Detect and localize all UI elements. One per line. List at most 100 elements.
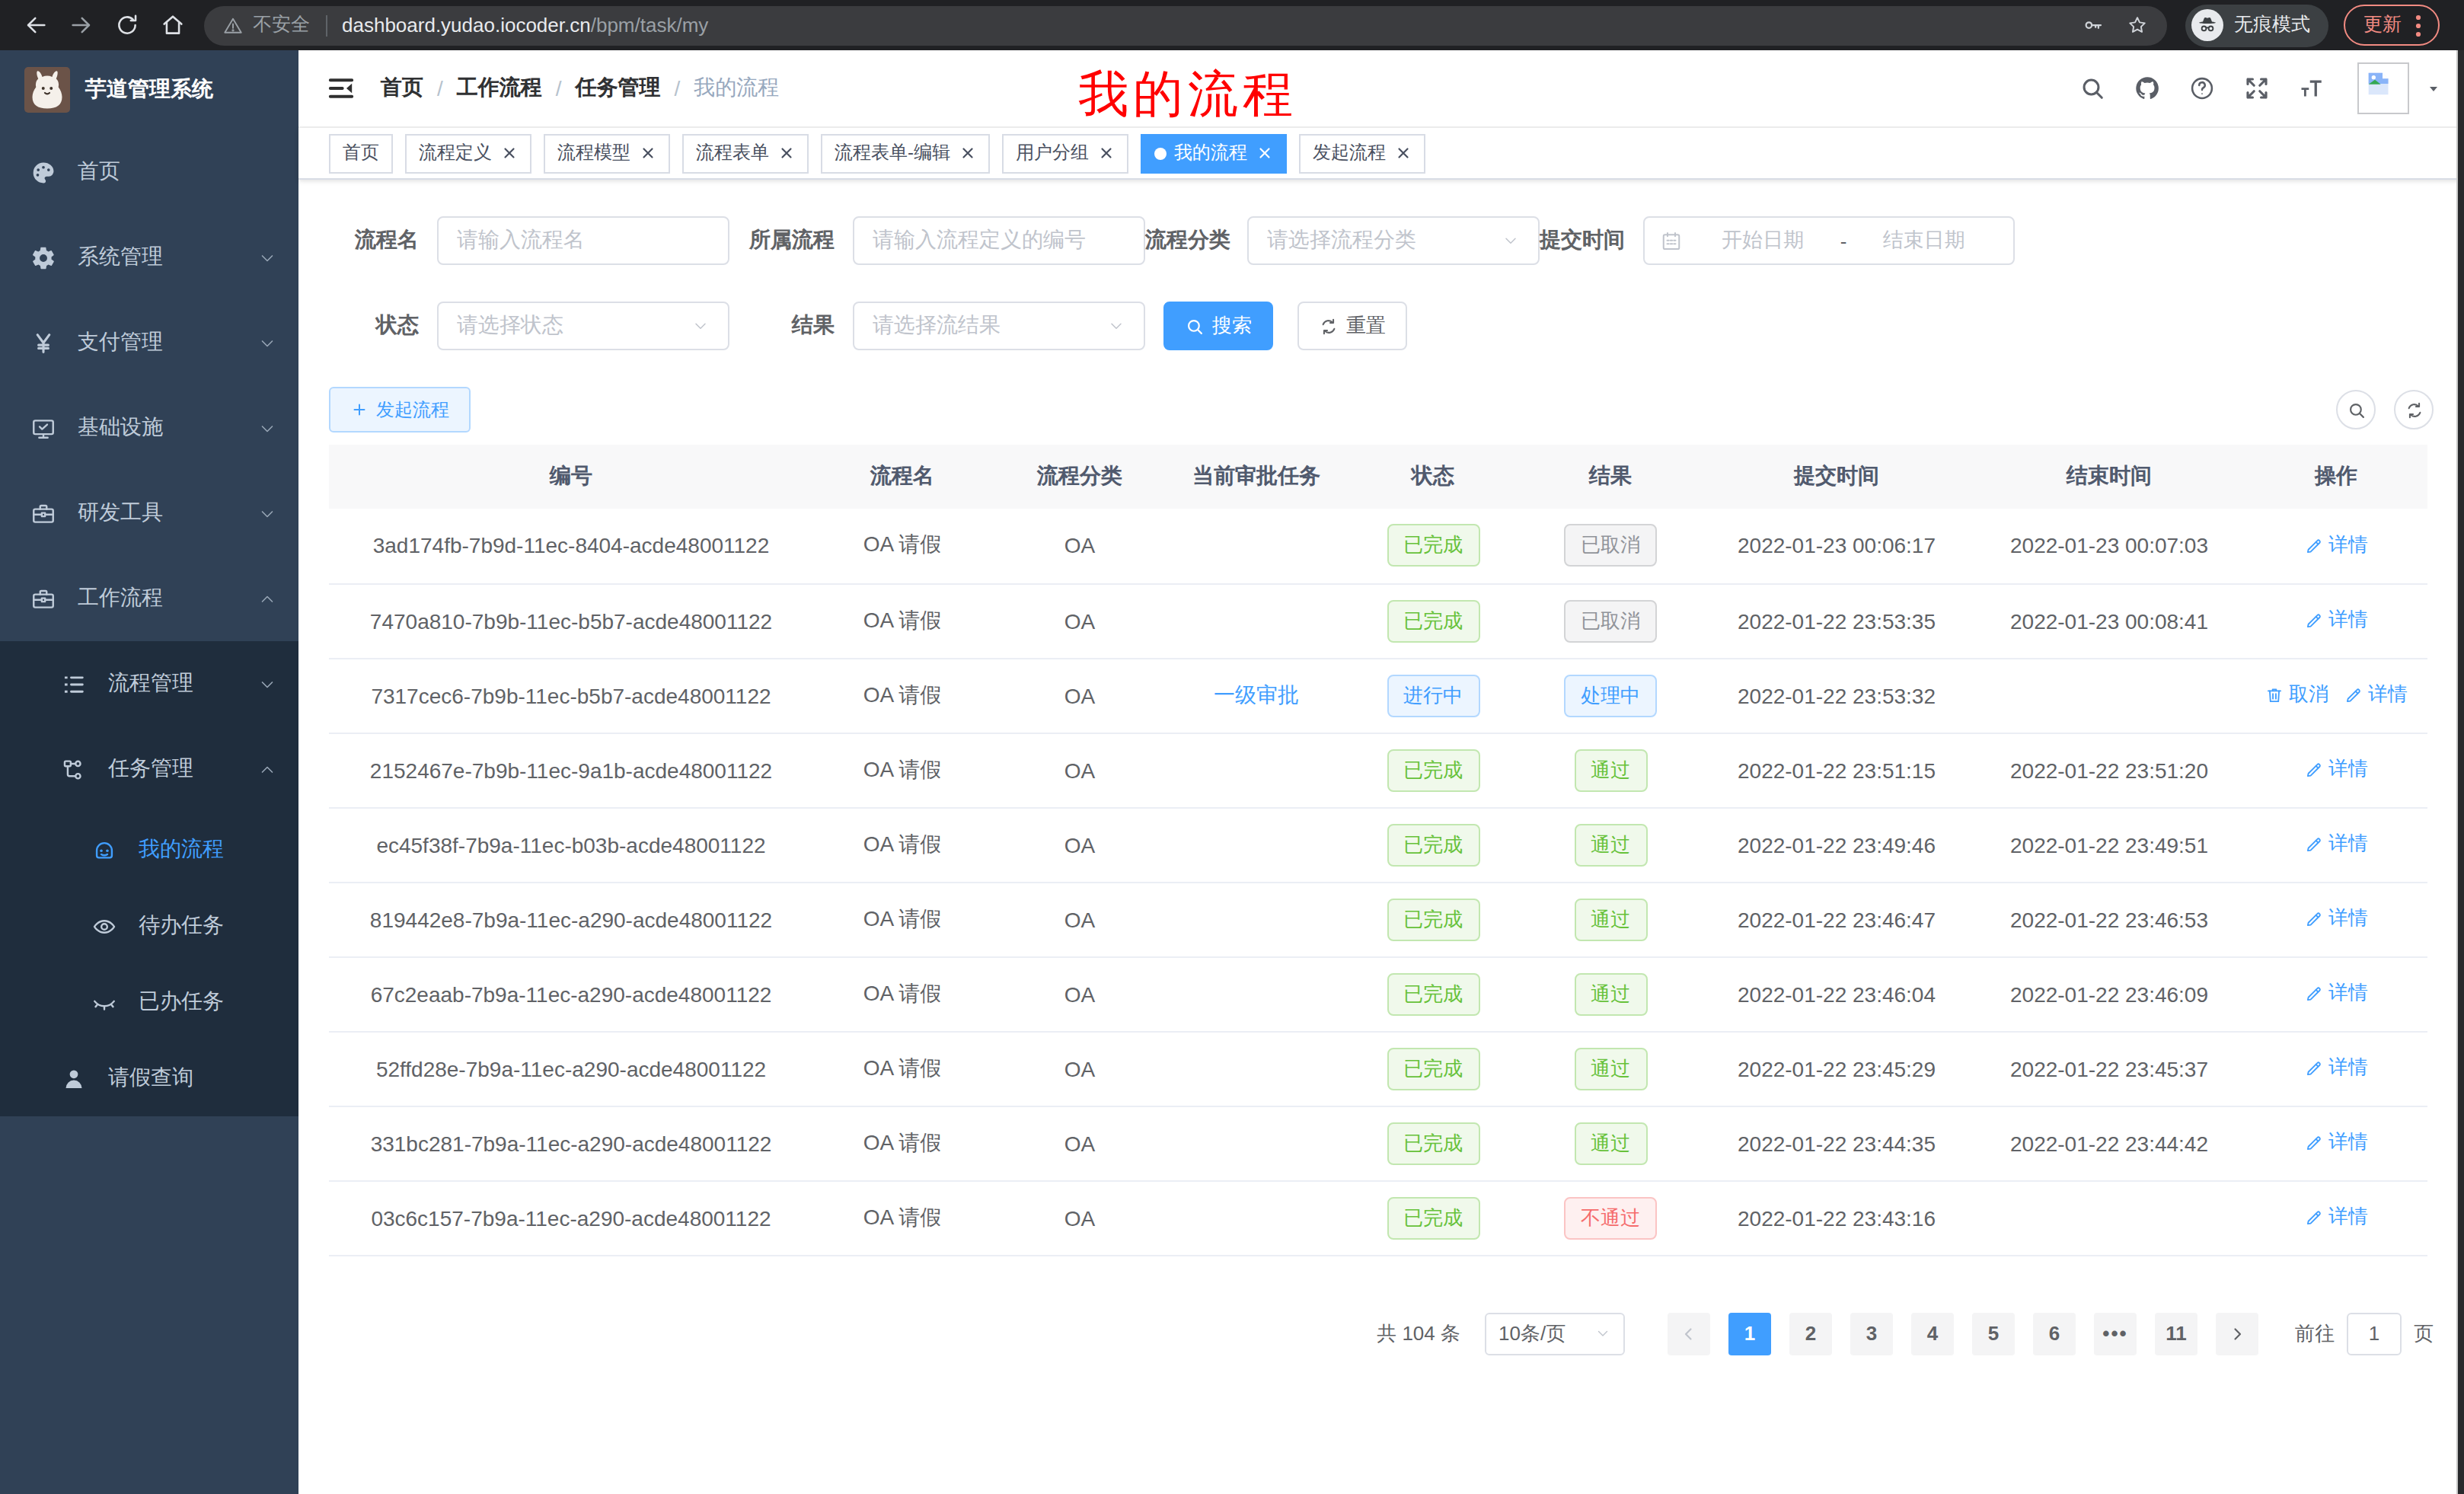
breadcrumb-item[interactable]: 工作流程 — [457, 75, 542, 102]
sidebar-item-6[interactable]: 流程管理 — [0, 641, 298, 726]
close-icon[interactable] — [959, 145, 976, 161]
result-select[interactable]: 请选择流结果 — [853, 302, 1145, 350]
end-date-placeholder[interactable]: 结束日期 — [1850, 227, 1998, 254]
breadcrumb-item[interactable]: 首页 — [381, 75, 423, 102]
sidebar-item-8[interactable]: 我的流程 — [0, 812, 298, 888]
goto-page-input[interactable]: 1 — [2347, 1312, 2402, 1355]
star-icon[interactable] — [2126, 14, 2149, 37]
page-button-•••[interactable]: ••• — [2094, 1312, 2137, 1355]
status-tag: 已完成 — [1387, 823, 1479, 866]
reload-icon — [113, 12, 139, 38]
sidebar-item-3[interactable]: 基础设施 — [0, 385, 298, 471]
url-bar[interactable]: 不安全 dashboard.yudao.iocoder.cn/bpm/task/… — [204, 5, 2167, 45]
sidebar-item-label: 研发工具 — [78, 500, 163, 527]
close-icon[interactable] — [1395, 145, 1412, 161]
action-详情[interactable]: 详情 — [2304, 1055, 2368, 1082]
result-tag: 通过 — [1574, 972, 1647, 1015]
security-label[interactable]: 不安全 — [253, 12, 310, 38]
page-button-5[interactable]: 5 — [1972, 1312, 2015, 1355]
close-icon[interactable] — [1256, 145, 1273, 161]
page-button-11[interactable]: 11 — [2155, 1312, 2197, 1355]
tab-流程模型[interactable]: 流程模型 — [544, 133, 670, 173]
tab-首页[interactable]: 首页 — [329, 133, 393, 173]
action-详情[interactable]: 详情 — [2304, 1204, 2368, 1231]
action-详情[interactable]: 详情 — [2344, 682, 2408, 709]
forward-arrow-button[interactable] — [58, 2, 104, 48]
process-name-input[interactable]: 请输入流程名 — [437, 216, 729, 265]
back-arrow-button[interactable] — [12, 2, 58, 48]
action-详情[interactable]: 详情 — [2304, 905, 2368, 933]
sidebar-item-5[interactable]: 工作流程 — [0, 556, 298, 641]
tab-用户分组[interactable]: 用户分组 — [1002, 133, 1128, 173]
close-icon[interactable] — [1098, 145, 1115, 161]
page-button-3[interactable]: 3 — [1850, 1312, 1893, 1355]
tab-流程表单-编辑[interactable]: 流程表单-编辑 — [821, 133, 990, 173]
close-icon[interactable] — [640, 145, 656, 161]
textsize-button[interactable] — [2284, 75, 2339, 102]
sidebar-item-label: 工作流程 — [78, 585, 163, 612]
action-详情[interactable]: 详情 — [2304, 756, 2368, 784]
action-详情[interactable]: 详情 — [2304, 532, 2368, 559]
reset-button[interactable]: 重置 — [1297, 302, 1407, 350]
close-icon[interactable] — [778, 145, 795, 161]
column-header: 流程分类 — [991, 445, 1168, 509]
tab-发起流程[interactable]: 发起流程 — [1299, 133, 1425, 173]
search-toggle-button[interactable] — [2336, 390, 2376, 429]
refresh-button[interactable] — [2394, 390, 2434, 429]
sidebar-item-7[interactable]: 任务管理 — [0, 726, 298, 812]
page-button-6[interactable]: 6 — [2033, 1312, 2076, 1355]
page-button-4[interactable]: 4 — [1911, 1312, 1954, 1355]
github-button[interactable] — [2120, 75, 2175, 102]
search-button[interactable] — [2065, 75, 2120, 102]
sidebar-item-2[interactable]: 支付管理 — [0, 300, 298, 385]
reload-button[interactable] — [104, 2, 149, 48]
sidebar-item-1[interactable]: 系统管理 — [0, 215, 298, 300]
action-详情[interactable]: 详情 — [2304, 607, 2368, 634]
page-button-1[interactable]: 1 — [1728, 1312, 1771, 1355]
edit-icon — [2304, 1058, 2324, 1078]
prev-page-button[interactable] — [1668, 1312, 1710, 1355]
action-详情[interactable]: 详情 — [2304, 831, 2368, 858]
result-tag: 已取消 — [1564, 525, 1657, 567]
sidebar-item-11[interactable]: 请假查询 — [0, 1040, 298, 1116]
avatar[interactable] — [2357, 62, 2409, 114]
close-icon[interactable] — [501, 145, 518, 161]
tab-我的流程[interactable]: 我的流程 — [1141, 133, 1287, 173]
sidebar-item-4[interactable]: 研发工具 — [0, 471, 298, 556]
action-详情[interactable]: 详情 — [2304, 980, 2368, 1007]
edit-icon — [2304, 535, 2324, 555]
breadcrumb-item[interactable]: 任务管理 — [576, 75, 661, 102]
tab-流程表单[interactable]: 流程表单 — [682, 133, 809, 173]
column-header: 状态 — [1345, 445, 1521, 509]
search-button[interactable]: 搜索 — [1163, 302, 1273, 350]
tab-流程定义[interactable]: 流程定义 — [405, 133, 531, 173]
browser-update-button[interactable]: 更新 — [2344, 5, 2440, 46]
status-select[interactable]: 请选择状态 — [437, 302, 729, 350]
sidebar-item-10[interactable]: 已办任务 — [0, 964, 298, 1040]
logo[interactable]: 芋道管理系统 — [0, 50, 298, 129]
sidebar-item-0[interactable]: 首页 — [0, 129, 298, 215]
home-button[interactable] — [149, 2, 195, 48]
category-select[interactable]: 请选择流程分类 — [1247, 216, 1540, 265]
process-definition-input[interactable]: 请输入流程定义的编号 — [853, 216, 1145, 265]
hamburger-icon[interactable] — [326, 73, 356, 104]
status-tag: 已完成 — [1387, 898, 1479, 940]
task-link[interactable]: 一级审批 — [1214, 682, 1299, 706]
start-process-button[interactable]: 发起流程 — [329, 387, 471, 433]
page-button-2[interactable]: 2 — [1789, 1312, 1832, 1355]
action-详情[interactable]: 详情 — [2304, 1129, 2368, 1157]
page-size-select[interactable]: 10条/页 — [1485, 1312, 1625, 1355]
sidebar-item-9[interactable]: 待办任务 — [0, 888, 298, 964]
chevron-down-icon — [257, 503, 277, 523]
url-text[interactable]: dashboard.yudao.iocoder.cn/bpm/task/my — [342, 14, 708, 37]
question-button[interactable] — [2175, 75, 2229, 102]
next-page-button[interactable] — [2216, 1312, 2258, 1355]
start-date-placeholder[interactable]: 开始日期 — [1689, 227, 1837, 254]
date-range-picker[interactable]: 开始日期 - 结束日期 — [1643, 216, 2015, 265]
key-icon[interactable] — [2082, 14, 2105, 37]
caret-down-icon[interactable] — [2424, 79, 2443, 97]
action-取消[interactable]: 取消 — [2265, 682, 2328, 709]
menu-dots-icon[interactable] — [2402, 8, 2435, 42]
fullscreen-button[interactable] — [2229, 75, 2284, 102]
scrollbar-edge[interactable] — [2456, 50, 2464, 1494]
